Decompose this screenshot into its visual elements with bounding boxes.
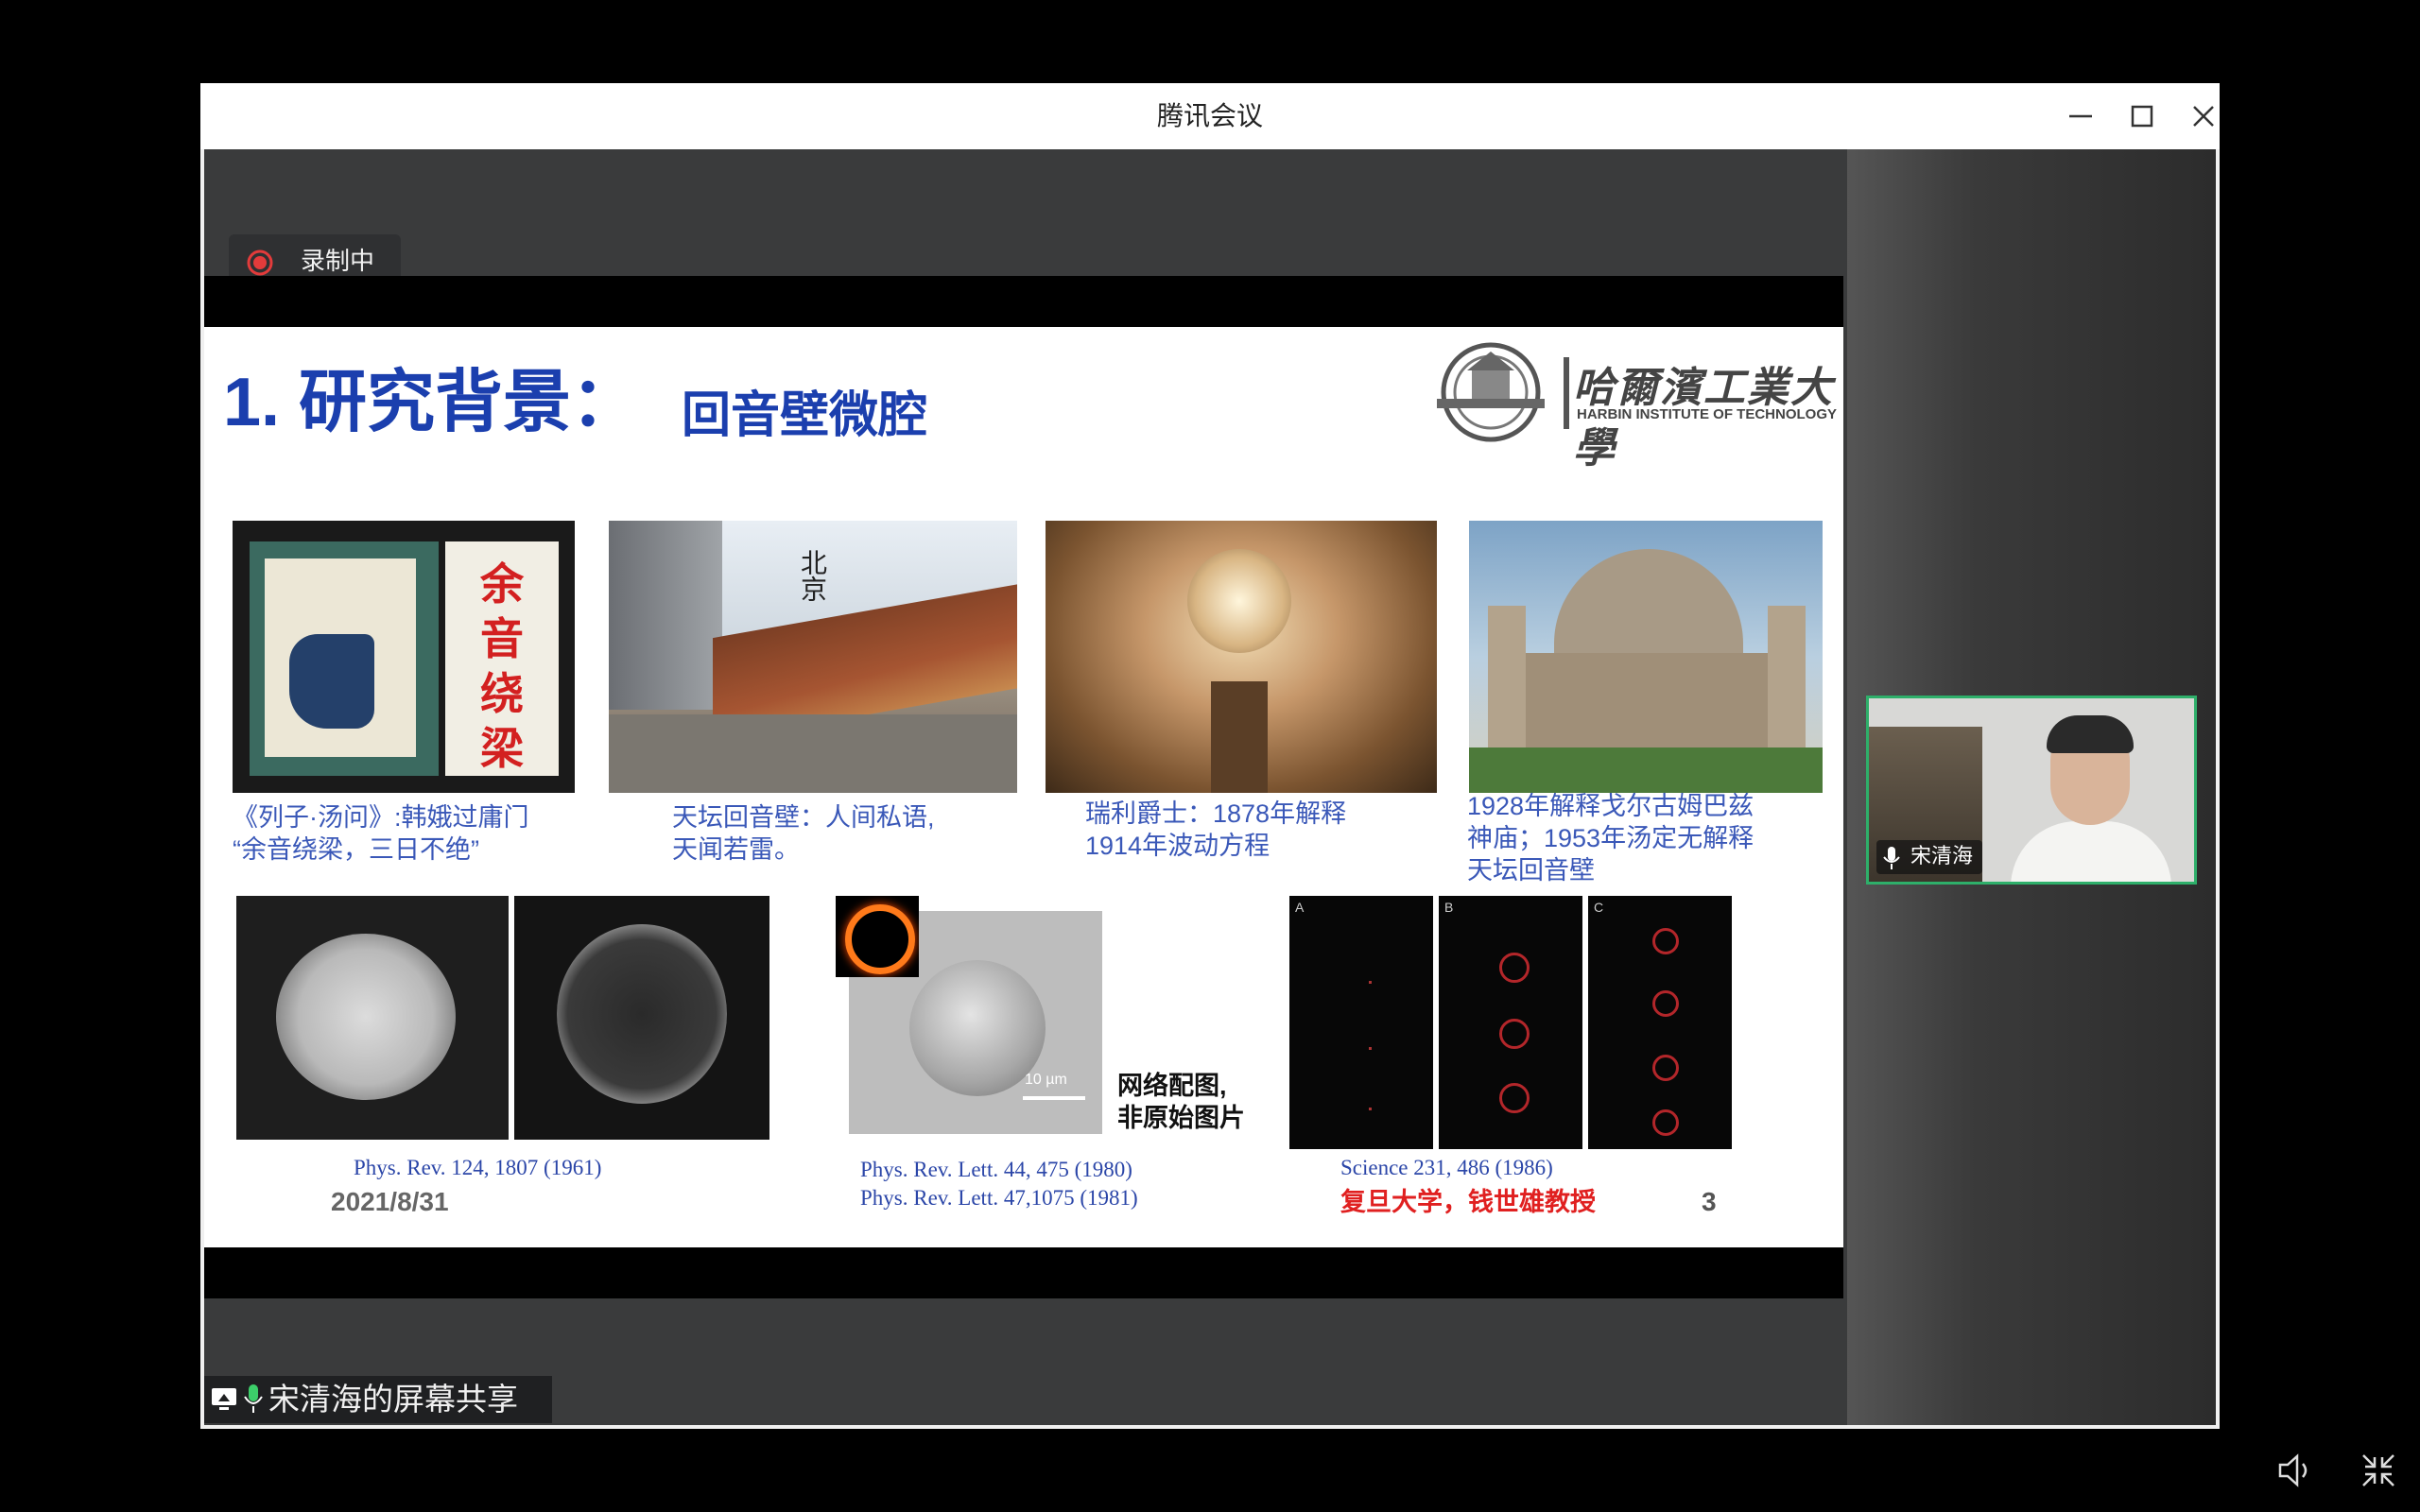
microsphere-bright-image (236, 896, 509, 1140)
slide-page-number: 3 (1702, 1187, 1717, 1216)
caption-line: 1928年解释戈尔古姆巴兹 (1467, 792, 1754, 820)
echo-wall-image: 北京 (609, 521, 1017, 793)
close-icon (2193, 106, 2214, 127)
fudan-credit: 复旦大学，钱世雄教授 (1340, 1188, 1596, 1216)
speaker-icon (2278, 1453, 2308, 1487)
caption-lie-zi: 《列子·汤问》:韩娥过庸门 “余音绕梁，三日不绝” (233, 801, 529, 866)
university-name-en: HARBIN INSTITUTE OF TECHNOLOGY (1577, 406, 1837, 422)
exit-fullscreen-button[interactable] (2358, 1450, 2399, 1491)
note-line: 非原始图片 (1117, 1104, 1245, 1132)
caption-line: 天坛回音壁：人间私语, (672, 803, 935, 832)
panel-label: C (1594, 900, 1604, 915)
letterbox-bottom (204, 1247, 1843, 1298)
maximize-icon (2131, 105, 2153, 128)
caption-line: 《列子·汤问》:韩娥过庸门 (233, 803, 529, 832)
reference-3: Science 231, 486 (1986) (1340, 1156, 1553, 1179)
network-image-note: 网络配图, 非原始图片 (1117, 1070, 1245, 1134)
panel-label: A (1295, 900, 1305, 915)
caption-line: 天坛回音壁 (1467, 856, 1595, 885)
participant-shirt (2011, 821, 2171, 882)
droplet-panel-c-image: C (1588, 896, 1732, 1149)
gol-gumbaz-image (1469, 521, 1823, 793)
screen-share-indicator[interactable]: 宋清海的屏幕共享 (204, 1376, 552, 1423)
title-bar: 腾讯会议 (200, 83, 2220, 149)
maximize-button[interactable] (2120, 94, 2164, 138)
record-icon (247, 249, 273, 276)
participant-video-tile[interactable]: 宋清海 (1866, 696, 2197, 885)
slide-title: 1. 研究背景： (223, 365, 640, 440)
participant-name: 宋清海 (1910, 845, 1974, 868)
microphone-active-icon (244, 1384, 263, 1413)
participant-name-tag: 宋清海 (1876, 840, 1983, 874)
lie-zi-poster-image: 余音绕梁 (233, 521, 575, 793)
caption-line: “余音绕梁，三日不绝” (233, 835, 479, 864)
window-title: 腾讯会议 (1156, 100, 1263, 131)
caption-gol-gumbaz: 1928年解释戈尔古姆巴兹 神庙；1953年汤定无解释 天坛回音壁 (1467, 790, 1754, 886)
reference-1: Phys. Rev. 124, 1807 (1961) (354, 1156, 602, 1179)
microsphere-dark-image (514, 896, 769, 1140)
reference-2b: Phys. Rev. Lett. 47,1075 (1981) (860, 1186, 1138, 1210)
beijing-calligraphy: 北京 (797, 549, 828, 602)
participant-hair (2047, 715, 2134, 753)
caption-rayleigh: 瑞利爵士：1878年解释 1914年波动方程 (1085, 798, 1346, 862)
logo-divider (1564, 357, 1569, 429)
minimize-button[interactable] (2059, 94, 2102, 138)
letterbox-top (204, 276, 1843, 327)
droplet-panel-b-image: B (1439, 896, 1582, 1149)
ring-mode-inset-image (836, 896, 919, 977)
microphone-icon (1883, 847, 1900, 869)
caption-line: 1914年波动方程 (1085, 832, 1270, 860)
volume-button[interactable] (2274, 1450, 2316, 1491)
caption-line: 瑞利爵士：1878年解释 (1085, 799, 1347, 828)
close-button[interactable] (2182, 94, 2225, 138)
dome-interior-image (1046, 521, 1437, 793)
exit-fullscreen-icon (2362, 1454, 2394, 1486)
caption-line: 神庙；1953年汤定无解释 (1467, 824, 1754, 852)
slide-date: 2021/8/31 (331, 1187, 449, 1216)
university-emblem-icon (1437, 342, 1545, 442)
presentation-slide: 1. 研究背景： 回音壁微腔 哈爾濱工業大學 HARBIN INSTITUTE … (204, 327, 1843, 1247)
scale-label: 10 µm (1025, 1072, 1067, 1088)
panel-label: B (1444, 900, 1454, 915)
poster-text: 余音绕梁 (480, 558, 524, 774)
scale-bar (1023, 1096, 1085, 1100)
screen-share-label: 宋清海的屏幕共享 (268, 1381, 518, 1418)
note-line: 网络配图, (1117, 1072, 1227, 1100)
droplet-panel-a-image: A (1289, 896, 1433, 1149)
reference-2a: Phys. Rev. Lett. 44, 475 (1980) (860, 1158, 1132, 1181)
slide-subtitle: 回音壁微腔 (682, 388, 928, 443)
caption-line: 天闻若雷。 (672, 835, 800, 864)
screen-share-icon (212, 1388, 236, 1410)
caption-echo-wall: 天坛回音壁：人间私语, 天闻若雷。 (672, 801, 935, 866)
minimize-icon (2069, 114, 2092, 118)
